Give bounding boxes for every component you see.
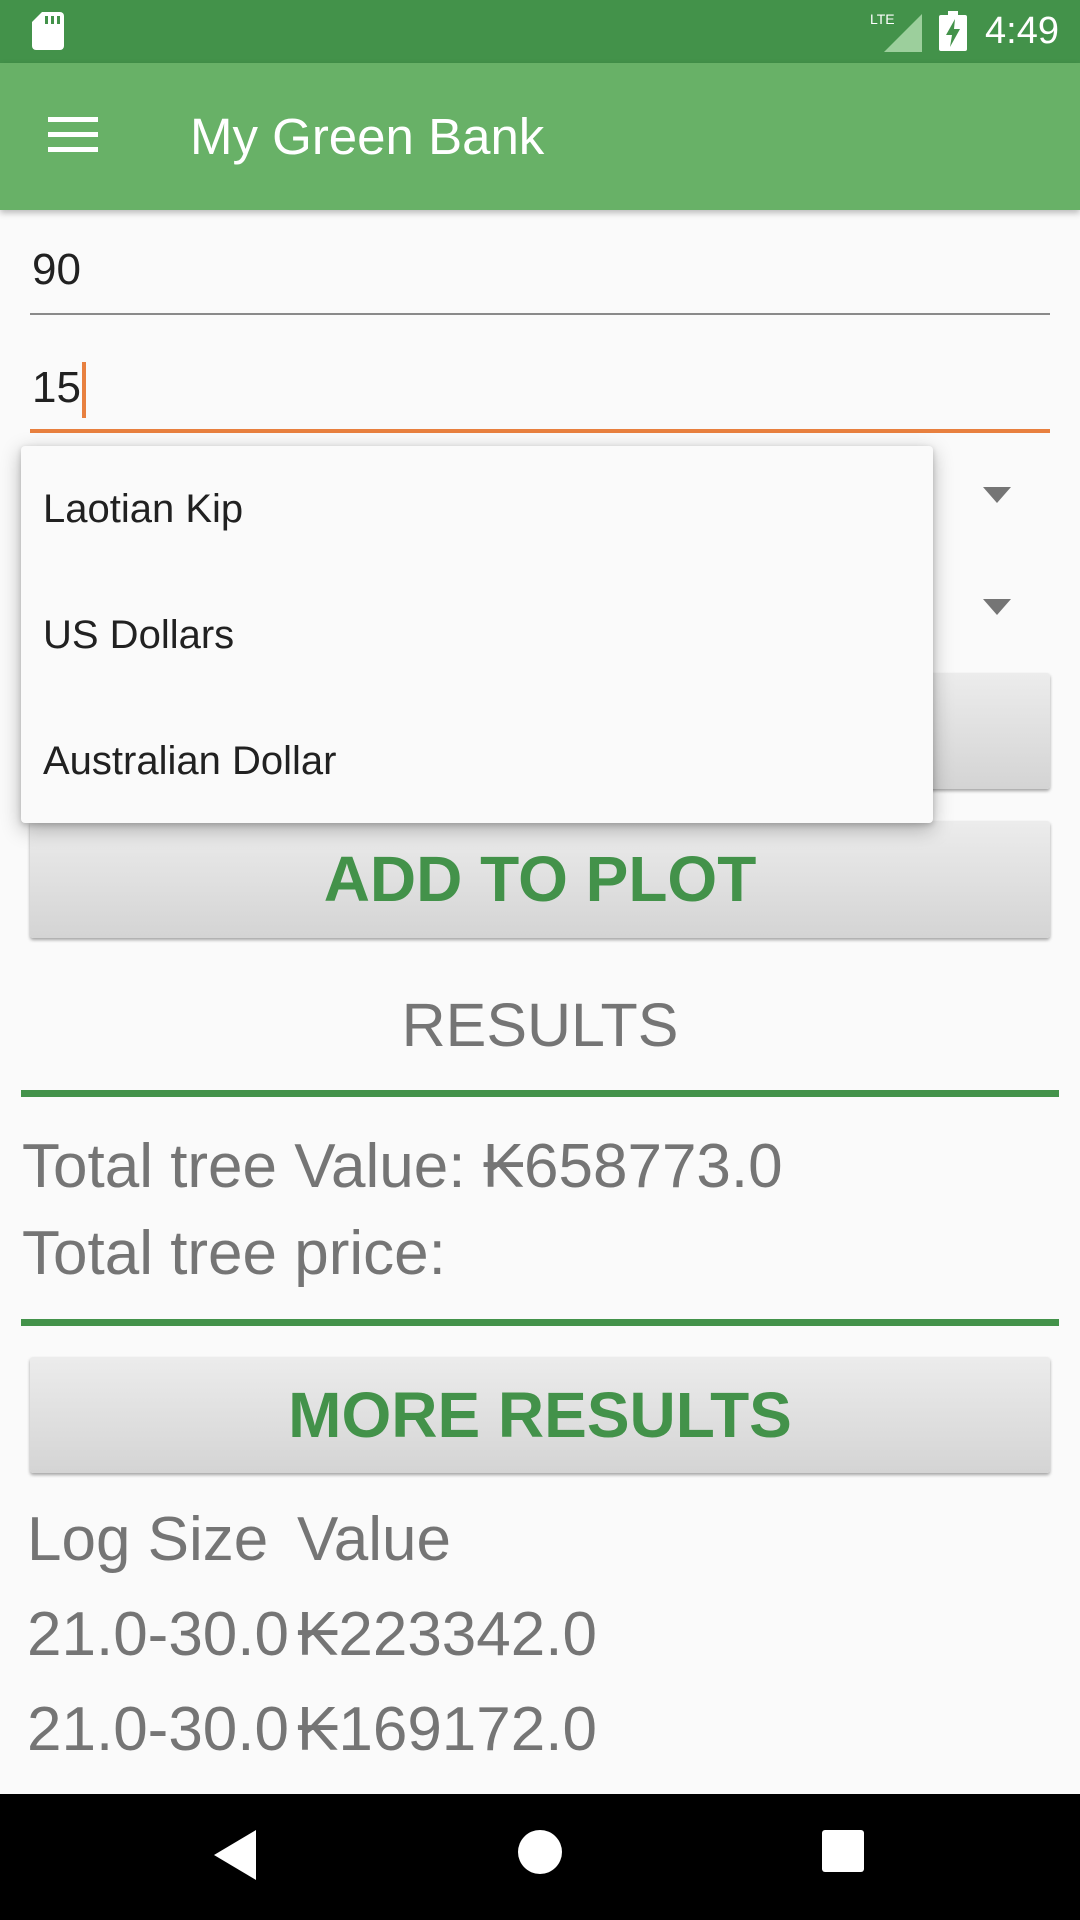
status-clock: 4:49 xyxy=(985,10,1059,52)
hamburger-menu-icon[interactable] xyxy=(48,115,98,155)
dropdown-arrow-icon[interactable] xyxy=(983,487,1011,503)
results-heading: RESULTS xyxy=(401,991,679,1059)
sd-card-icon xyxy=(32,12,64,50)
dropdown-option-laotian-kip[interactable]: Laotian Kip xyxy=(21,446,933,572)
log-size-cell: 21.0-30.0 xyxy=(27,1600,289,1669)
log-size-cell: 21.0-30.0 xyxy=(27,1695,289,1764)
dropdown-option-us-dollars[interactable]: US Dollars xyxy=(21,572,933,698)
recents-icon[interactable] xyxy=(822,1830,864,1872)
add-to-plot-button[interactable]: ADD TO PLOT xyxy=(30,821,1050,938)
column-header-value: Value xyxy=(297,1505,451,1574)
value-cell: ₭223342.0 xyxy=(297,1600,597,1669)
currency-dropdown-menu: Laotian Kip US Dollars Australian Dollar xyxy=(21,446,933,823)
more-results-button[interactable]: MORE RESULTS xyxy=(30,1357,1050,1473)
second-number-input[interactable]: 15 xyxy=(30,358,1050,433)
dropdown-option-australian-dollar[interactable]: Australian Dollar xyxy=(21,698,933,824)
status-bar: LTE 4:49 xyxy=(0,0,1080,63)
results-divider-bottom xyxy=(21,1319,1059,1326)
dropdown-arrow-icon[interactable] xyxy=(983,599,1011,615)
first-number-value: 90 xyxy=(32,245,81,294)
second-number-value: 15 xyxy=(32,363,81,412)
results-divider-top xyxy=(21,1090,1059,1097)
text-cursor xyxy=(81,362,86,419)
column-header-log-size: Log Size xyxy=(27,1505,269,1574)
total-tree-value: Total tree Value: ₭658773.0 xyxy=(22,1132,783,1201)
home-icon[interactable] xyxy=(518,1830,562,1874)
first-number-input[interactable]: 90 xyxy=(30,240,1050,315)
app-bar: My Green Bank xyxy=(0,63,1080,210)
svg-text:LTE: LTE xyxy=(870,11,895,27)
back-icon[interactable] xyxy=(214,1830,256,1880)
total-tree-price: Total tree price: xyxy=(22,1219,446,1288)
lte-signal-icon: LTE xyxy=(870,11,922,52)
value-cell: ₭169172.0 xyxy=(297,1695,597,1764)
navigation-bar xyxy=(0,1794,1080,1920)
app-title: My Green Bank xyxy=(190,108,545,165)
battery-charging-icon xyxy=(939,11,967,51)
